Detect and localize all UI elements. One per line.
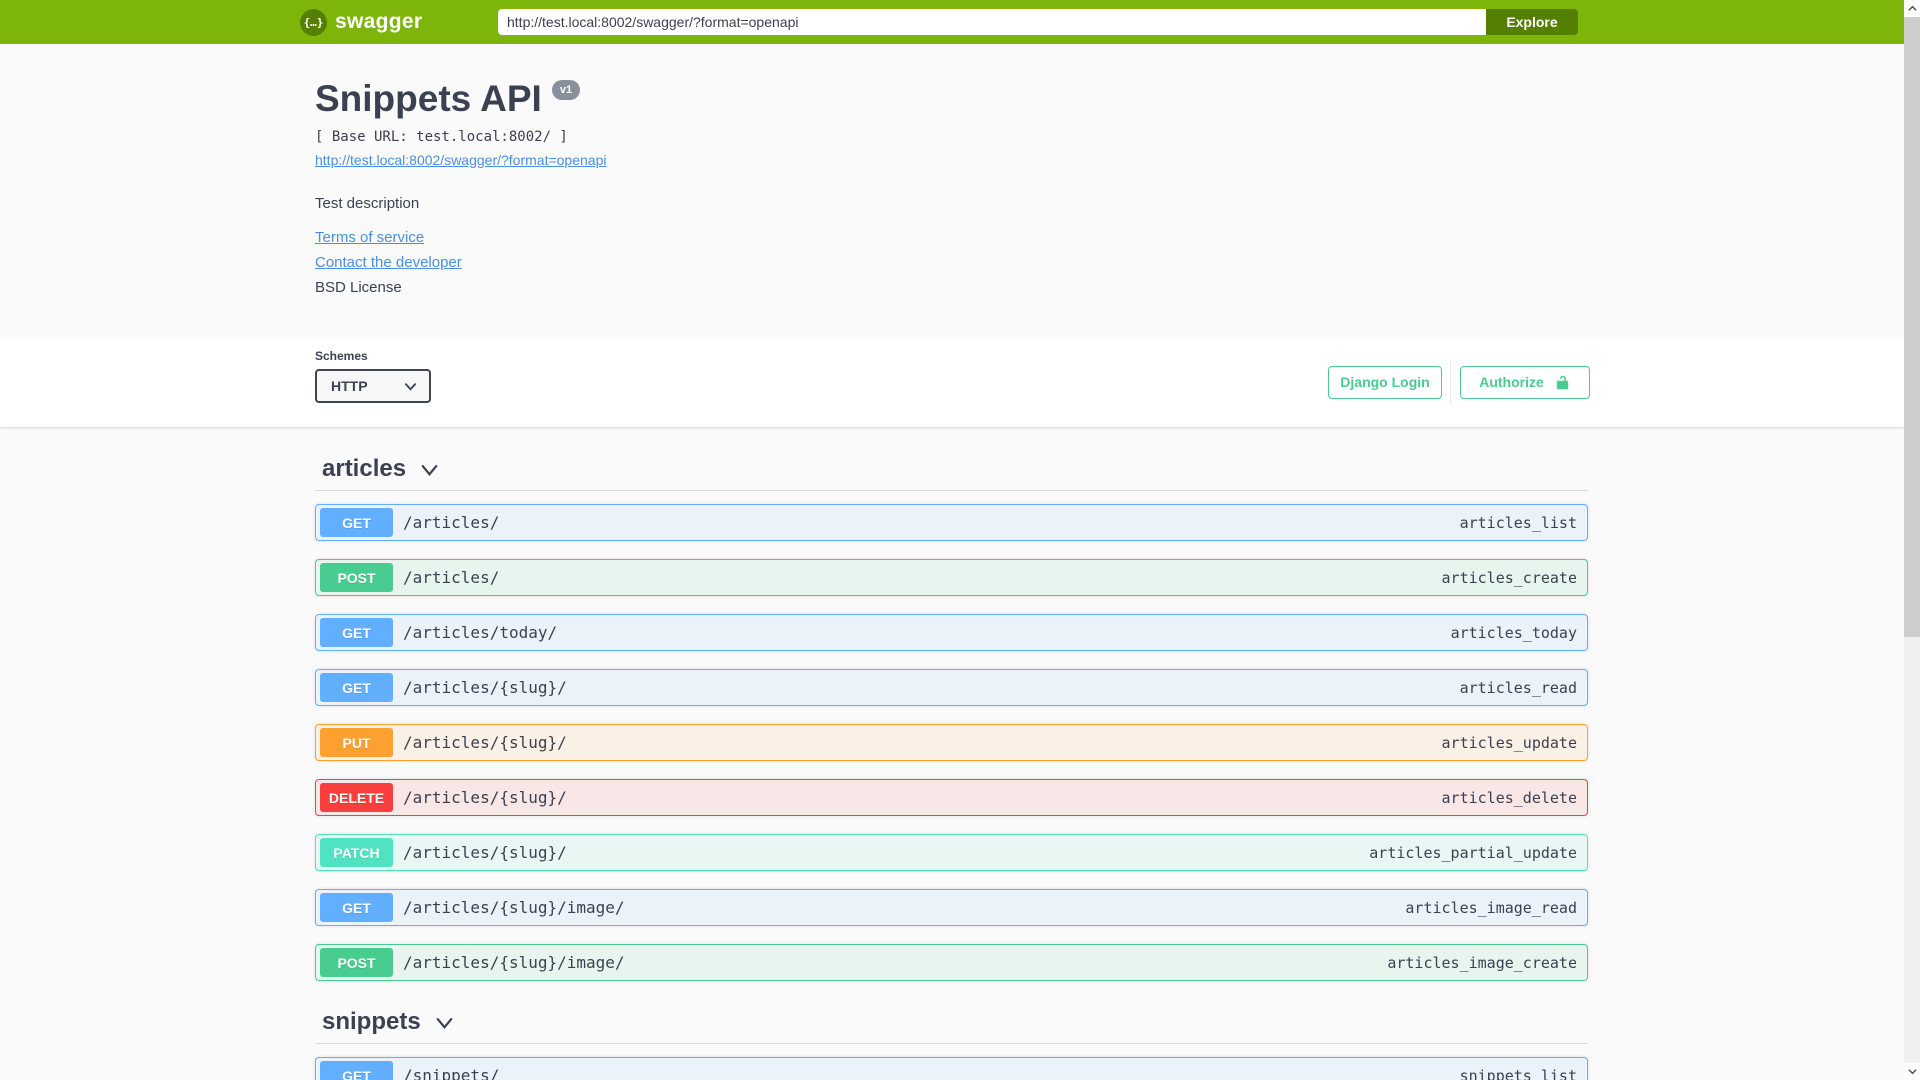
divider xyxy=(1450,360,1451,404)
section-header-articles[interactable]: articles xyxy=(315,448,1588,491)
chevron-down-icon xyxy=(435,1013,454,1032)
django-login-button[interactable]: Django Login xyxy=(1328,365,1442,399)
operation-row[interactable]: DELETE/articles/{slug}/ articles_delete xyxy=(315,779,1588,816)
operation-id: snippets_list xyxy=(1459,1066,1577,1080)
authorize-button[interactable]: Authorize xyxy=(1460,365,1590,399)
api-section-articles: articles GET/articles/articles_list POST/a… xyxy=(315,448,1904,981)
version-badge: v1 xyxy=(551,80,581,100)
operation-path: /articles/ xyxy=(403,513,500,532)
page-title: Snippets API xyxy=(315,78,542,119)
method-badge: GET xyxy=(320,673,393,702)
swagger-logo-icon: {…} xyxy=(300,8,327,36)
section-title: articles xyxy=(322,455,407,482)
operation-path: /articles/today/ xyxy=(403,623,558,642)
operations-list: GET/snippets/snippets_list xyxy=(315,1044,1588,1080)
api-info-section: Snippets API v1 [ Base URL: test.local:80… xyxy=(0,44,1904,337)
explore-button[interactable]: Explore xyxy=(1486,9,1578,35)
license-text: BSD License xyxy=(315,279,402,296)
operation-path: /articles/{slug}/image/ xyxy=(403,953,625,972)
operation-id: articles_read xyxy=(1459,678,1577,697)
method-badge: PATCH xyxy=(320,838,393,867)
base-url: [ Base URL: test.local:8002/ ] xyxy=(315,129,568,145)
section-title: snippets xyxy=(322,1008,421,1035)
method-badge: PUT xyxy=(320,728,393,757)
scroll-up-icon[interactable] xyxy=(1904,0,1920,17)
operation-id: articles_image_read xyxy=(1405,898,1577,917)
method-badge: DELETE xyxy=(320,783,393,812)
brand-title: swagger xyxy=(335,10,423,33)
spec-url-input[interactable] xyxy=(498,9,1486,35)
sections: articles GET/articles/articles_list POST/a… xyxy=(315,448,1904,1080)
unlock-icon xyxy=(1554,374,1571,391)
operation-path: /snippets/ xyxy=(403,1066,500,1080)
operation-row[interactable]: PATCH/articles/{slug}/ articles_partial_u… xyxy=(315,834,1588,871)
operation-id: articles_partial_update xyxy=(1369,843,1577,862)
method-badge: GET xyxy=(320,618,393,647)
operation-id: articles_create xyxy=(1441,568,1577,587)
method-badge: POST xyxy=(320,563,393,592)
operation-row[interactable]: GET/articles/articles_list xyxy=(315,504,1588,541)
operation-path: /articles/{slug}/ xyxy=(403,733,567,752)
section-header-snippets[interactable]: snippets xyxy=(315,1001,1588,1044)
operation-id: articles_today xyxy=(1450,623,1577,642)
scroll-down-icon[interactable] xyxy=(1904,1063,1920,1080)
operation-row[interactable]: GET/articles/{slug}/ articles_read xyxy=(315,669,1588,706)
operations-list: GET/articles/articles_list POST/articles/… xyxy=(315,491,1588,981)
brand: {…} swagger xyxy=(300,0,422,44)
method-badge: GET xyxy=(320,893,393,922)
operation-row[interactable]: PUT/articles/{slug}/ articles_update xyxy=(315,724,1588,761)
operation-row[interactable]: POST/articles/articles_create xyxy=(315,559,1588,596)
operation-path: /articles/{slug}/image/ xyxy=(403,898,625,917)
scheme-selected-value: HTTP xyxy=(331,378,368,394)
operation-path: /articles/{slug}/ xyxy=(403,788,567,807)
operation-row[interactable]: GET/articles/{slug}/image/articles_image… xyxy=(315,889,1588,926)
operation-row[interactable]: GET/snippets/snippets_list xyxy=(315,1057,1588,1080)
scrollbar[interactable] xyxy=(1904,0,1920,1080)
operation-id: articles_update xyxy=(1441,733,1577,752)
operation-path: /articles/{slug}/ xyxy=(403,678,567,697)
scheme-bar: Schemes HTTP Django Login Authorize xyxy=(0,337,1904,427)
operations-area: articles GET/articles/articles_list POST/a… xyxy=(0,427,1904,1080)
api-section-snippets: snippets GET/snippets/snippets_list xyxy=(315,1001,1904,1080)
method-badge: POST xyxy=(320,948,393,977)
operation-row[interactable]: POST/articles/{slug}/image/articles_imag… xyxy=(315,944,1588,981)
operation-path: /articles/{slug}/ xyxy=(403,843,567,862)
operation-id: articles_list xyxy=(1459,513,1577,532)
scrollbar-thumb[interactable] xyxy=(1904,17,1920,637)
schemes-label: Schemes xyxy=(315,349,368,363)
operation-path: /articles/ xyxy=(403,568,500,587)
method-badge: GET xyxy=(320,1061,393,1080)
terms-of-service-link[interactable]: Terms of service xyxy=(315,229,424,246)
chevron-down-icon xyxy=(420,460,439,479)
spec-link[interactable]: http://test.local:8002/swagger/?format=o… xyxy=(315,152,606,168)
scheme-select[interactable]: HTTP xyxy=(315,369,431,403)
chevron-down-icon xyxy=(404,380,417,393)
operation-row[interactable]: GET/articles/today/articles_today xyxy=(315,614,1588,651)
operation-id: articles_image_create xyxy=(1387,953,1577,972)
method-badge: GET xyxy=(320,508,393,537)
operation-id: articles_delete xyxy=(1441,788,1577,807)
api-description: Test description xyxy=(315,195,420,212)
topbar: {…} swagger Explore xyxy=(0,0,1904,44)
contact-developer-link[interactable]: Contact the developer xyxy=(315,254,462,271)
authorize-button-label: Authorize xyxy=(1479,374,1544,390)
